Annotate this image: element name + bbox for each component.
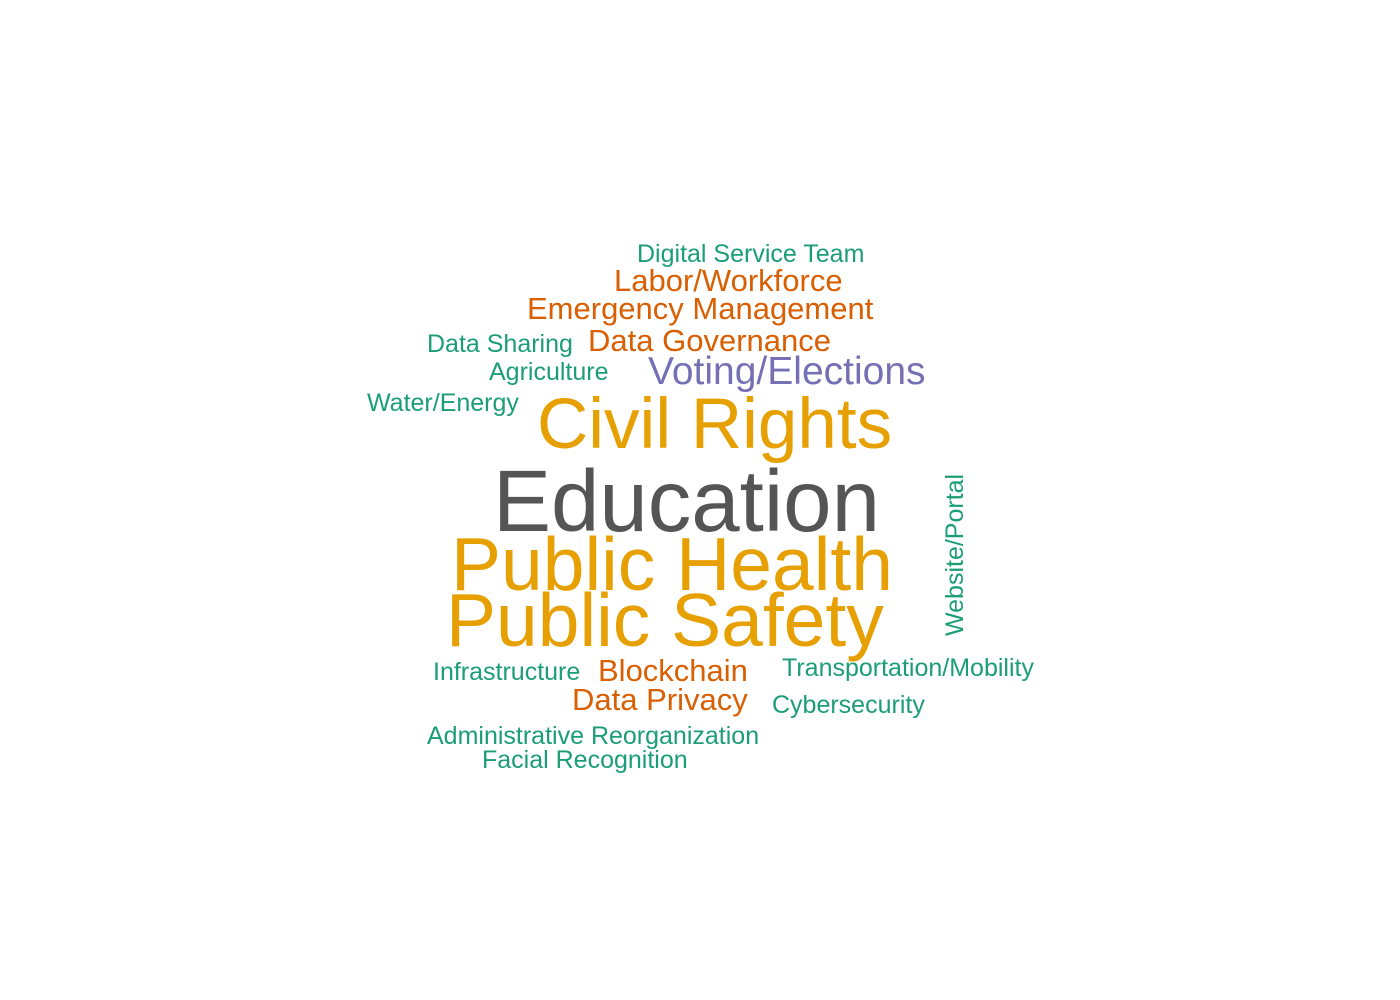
word-emergency-management: Emergency Management	[527, 291, 874, 326]
word-cybersecurity: Cybersecurity	[772, 691, 925, 719]
word-public-safety: Public Safety	[446, 578, 884, 662]
word-transportation-mobility: Transportation/Mobility	[782, 654, 1034, 682]
word-cloud: Digital Service Team Labor/Workforce Eme…	[0, 0, 1400, 1000]
word-facial-recognition: Facial Recognition	[482, 746, 688, 774]
word-agriculture: Agriculture	[489, 358, 609, 386]
word-website-portal: Website/Portal	[941, 473, 969, 636]
word-water-energy: Water/Energy	[367, 389, 519, 417]
word-data-sharing: Data Sharing	[427, 330, 573, 358]
word-civil-rights: Civil Rights	[537, 385, 893, 464]
word-data-privacy: Data Privacy	[572, 682, 748, 717]
word-infrastructure: Infrastructure	[433, 658, 581, 686]
